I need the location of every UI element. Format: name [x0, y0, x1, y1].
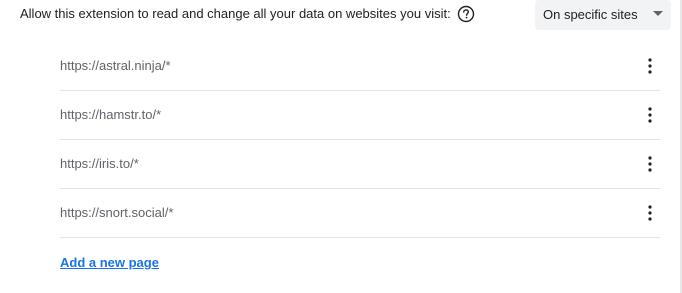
site-url: https://snort.social/*	[60, 205, 174, 220]
more-vert-icon[interactable]	[640, 54, 660, 78]
site-access-select[interactable]: On specific sites	[535, 0, 671, 30]
caret-down-icon	[653, 11, 663, 16]
site-row: https://astral.ninja/*	[60, 42, 660, 91]
site-row: https://iris.to/*	[60, 140, 660, 189]
site-row: https://hamstr.to/*	[60, 91, 660, 140]
site-list: https://astral.ninja/* https://hamstr.to…	[60, 42, 660, 238]
help-circle-icon[interactable]	[457, 5, 475, 23]
site-access-select-value: On specific sites	[543, 7, 638, 22]
add-new-page-link[interactable]: Add a new page	[60, 255, 159, 271]
site-url: https://iris.to/*	[60, 156, 139, 171]
more-vert-icon[interactable]	[640, 152, 660, 176]
site-url: https://astral.ninja/*	[60, 58, 171, 73]
site-access-label: Allow this extension to read and change …	[20, 6, 451, 21]
site-url: https://hamstr.to/*	[60, 107, 162, 122]
site-access-header: Allow this extension to read and change …	[0, 0, 680, 30]
site-row: https://snort.social/*	[60, 189, 660, 238]
more-vert-icon[interactable]	[640, 103, 660, 127]
site-access-panel: Allow this extension to read and change …	[0, 0, 682, 293]
more-vert-icon[interactable]	[640, 201, 660, 225]
